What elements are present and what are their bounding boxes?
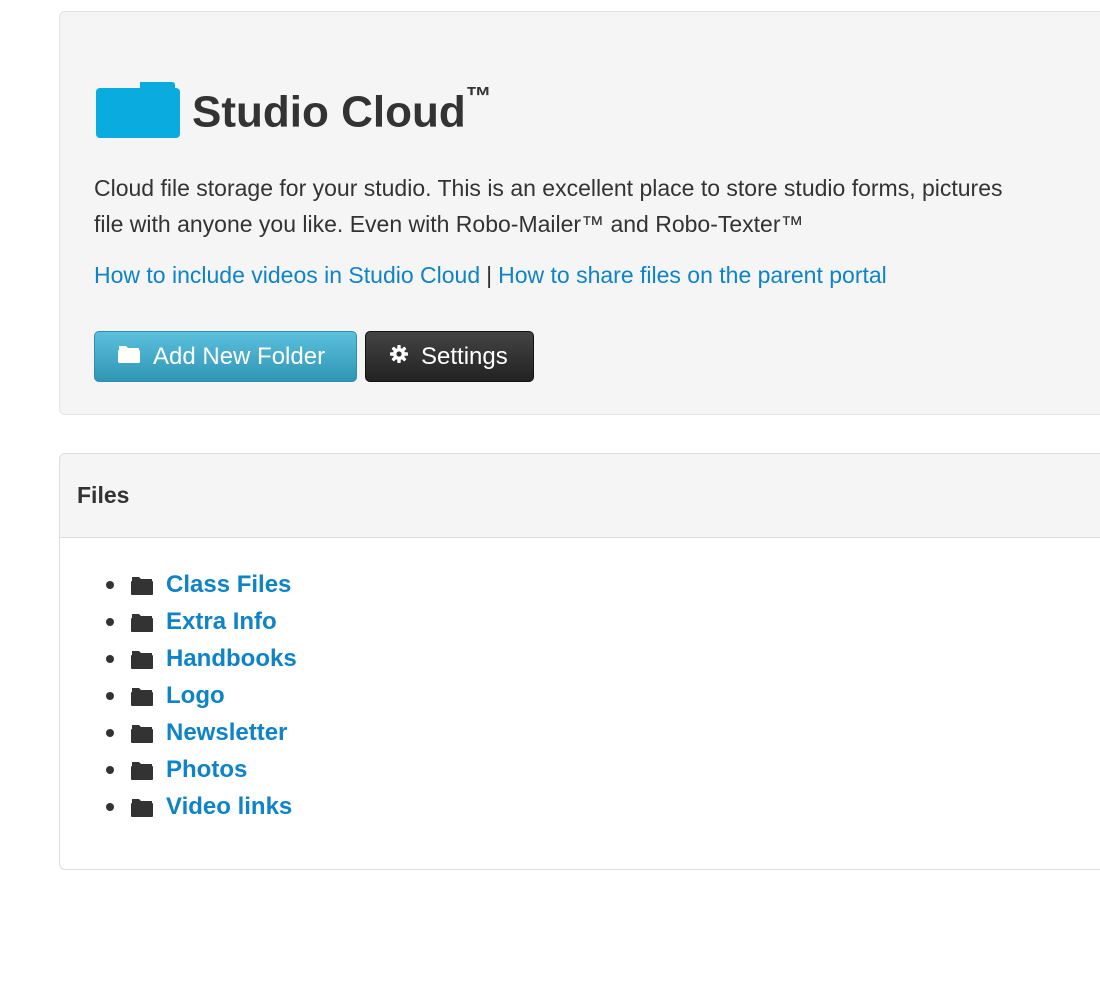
settings-button[interactable]: Settings: [365, 331, 534, 382]
title-row: Studio Cloud™: [94, 74, 492, 141]
bullet: [106, 765, 114, 774]
folder-link-handbooks[interactable]: Handbooks: [166, 645, 297, 673]
folder-icon: [130, 797, 154, 817]
folder-icon: [130, 760, 154, 780]
studio-cloud-header: Studio Cloud™ Cloud file storage for you…: [59, 11, 1100, 415]
folder-icon: [130, 575, 154, 595]
share-files-help-link[interactable]: How to share files on the parent portal: [498, 262, 887, 288]
page-title-text: Studio Cloud: [192, 87, 466, 137]
page-description: Cloud file storage for your studio. This…: [94, 170, 1100, 242]
folder-link-extra-info[interactable]: Extra Info: [166, 608, 277, 636]
folder-link-class-files[interactable]: Class Files: [166, 571, 291, 599]
folder-link-photos[interactable]: Photos: [166, 756, 247, 784]
help-links: How to include videos in Studio Cloud | Ho…: [94, 258, 887, 292]
files-panel-header: Files: [60, 454, 1100, 538]
list-item: Logo: [106, 677, 297, 714]
link-separator: |: [486, 262, 493, 288]
bullet: [106, 580, 114, 589]
list-item: Newsletter: [106, 714, 297, 751]
list-item: Video links: [106, 788, 297, 825]
folder-icon: [130, 686, 154, 706]
folder-icon: [130, 649, 154, 669]
add-new-folder-label: Add New Folder: [153, 342, 326, 370]
folder-icon: [130, 723, 154, 743]
settings-label: Settings: [421, 342, 508, 370]
folder-icon: [94, 78, 182, 140]
bullet: [106, 617, 114, 626]
page-title: Studio Cloud™: [192, 74, 492, 141]
list-item: Handbooks: [106, 640, 297, 677]
description-line-2: file with anyone you like. Even with Rob…: [94, 211, 804, 237]
action-buttons: Add New Folder Settings: [94, 331, 534, 382]
bullet: [106, 654, 114, 663]
videos-help-link[interactable]: How to include videos in Studio Cloud: [94, 262, 480, 288]
trademark-mark: ™: [465, 81, 492, 111]
folder-icon: [130, 612, 154, 632]
bullet: [106, 802, 114, 811]
folder-link-video-links[interactable]: Video links: [166, 793, 292, 821]
add-new-folder-button[interactable]: Add New Folder: [94, 331, 357, 382]
list-item: Class Files: [106, 566, 297, 603]
bullet: [106, 691, 114, 700]
bullet: [106, 728, 114, 737]
list-item: Photos: [106, 751, 297, 788]
folder-list: Class Files Extra Info Handbooks Logo Ne…: [106, 566, 297, 825]
folder-link-logo[interactable]: Logo: [166, 682, 225, 710]
list-item: Extra Info: [106, 603, 297, 640]
description-line-1: Cloud file storage for your studio. This…: [94, 175, 1003, 201]
files-panel: Files Class Files Extra Info Handbooks L…: [59, 453, 1100, 870]
gear-icon: [389, 343, 409, 371]
files-panel-title: Files: [77, 482, 130, 508]
folder-icon: [117, 343, 141, 371]
folder-link-newsletter[interactable]: Newsletter: [166, 719, 287, 747]
